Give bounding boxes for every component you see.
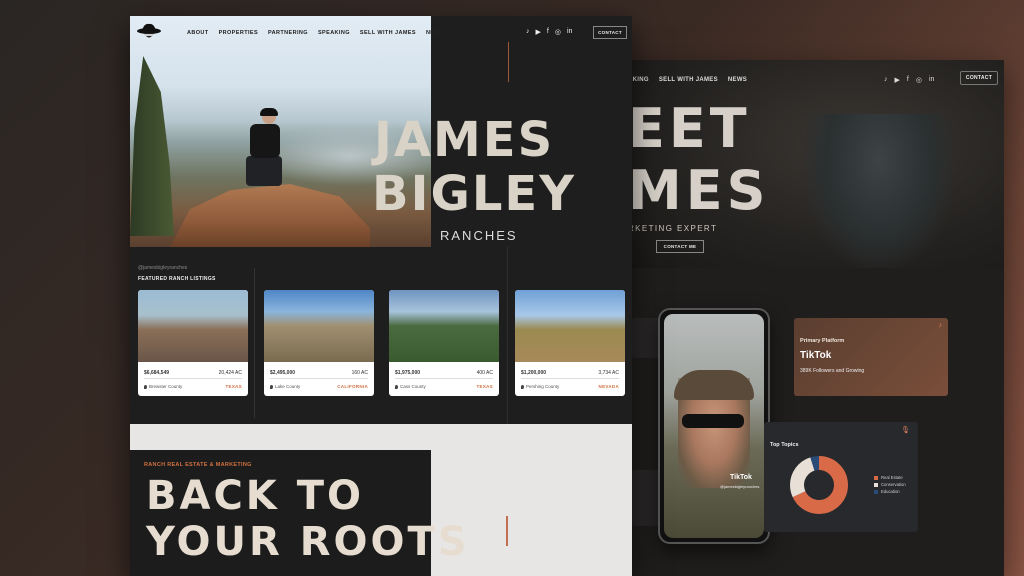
location-pin-icon [395, 384, 398, 389]
listing-acres: 400 AC [476, 370, 493, 376]
listing-card[interactable]: $2,495,000 160 AC Lake County CALIFORNIA [264, 290, 374, 396]
hero-portrait [804, 114, 954, 268]
primary-platform-card: ♪ Primary Platform TikTok 389K Followers… [794, 318, 948, 396]
topics-donut-chart [790, 456, 848, 514]
youtube-icon[interactable]: ▶ [536, 28, 541, 36]
tiktok-icon: ♪ [938, 322, 943, 329]
listing-county: Lake County [275, 384, 301, 389]
section-tag: RANCH REAL ESTATE & MARKETING [144, 462, 252, 468]
cowboy-logo-icon[interactable] [136, 22, 162, 46]
hero-heading-line1: EET [628, 97, 751, 160]
tiktok-video[interactable]: TikTok @jamesbigleyranches [664, 314, 764, 538]
listing-county: Pershing County [526, 384, 560, 389]
listing-price: $6,684,549 [144, 370, 170, 376]
linkedin-icon[interactable]: in [929, 76, 934, 84]
listing-photo[interactable] [264, 290, 374, 362]
legend-item: Conservation [874, 481, 906, 488]
accent-divider [508, 42, 509, 82]
listings-divider [254, 268, 255, 418]
listing-county: Brewster County [149, 384, 183, 389]
pine-tree [130, 56, 174, 236]
location-pin-icon [144, 384, 147, 389]
crouching-man [242, 108, 282, 190]
tiktok-watermark: TikTok [730, 474, 752, 481]
phone-mockup: TikTok @jamesbigleyranches [658, 308, 770, 544]
listing-card[interactable]: $1,200,000 3,734 AC Pershing County NEVADA [515, 290, 625, 396]
back-navbar: AKING SELL WITH JAMES NEWS ♪ ▶ f ◎ in CO… [628, 70, 1004, 90]
youtube-icon[interactable]: ▶ [895, 76, 900, 84]
legend-label: Real Estate [881, 475, 903, 480]
rock-outcrop [170, 184, 370, 247]
legend-label: Education [881, 489, 900, 494]
platform-name: TikTok [800, 350, 832, 361]
nav-link-sell-with-james[interactable]: SELL WITH JAMES [360, 30, 416, 36]
nav-link-speaking[interactable]: SPEAKING [318, 30, 350, 36]
listing-acres: 3,734 AC [598, 370, 619, 376]
hero-subtitle: RKETING EXPERT [628, 224, 718, 233]
nav-link-partnering[interactable]: PARTNERING [268, 30, 308, 36]
brand-heading-line2: BIGLEY [372, 166, 576, 222]
legend-item: Education [874, 488, 906, 495]
accent-bar [506, 516, 508, 546]
microphone-icon: 🎙 [901, 427, 910, 434]
listing-state: NEVADA [598, 384, 619, 389]
listing-county: Cass County [400, 384, 426, 389]
listing-acres: 160 AC [351, 370, 368, 376]
contact-button[interactable]: CONTACT [593, 26, 627, 39]
listing-photo[interactable] [515, 290, 625, 362]
listing-price: $1,200,000 [521, 370, 547, 376]
listing-card[interactable]: $1,975,000 400 AC Cass County TEXAS [389, 290, 499, 396]
card-label: Primary Platform [800, 338, 845, 344]
listings-title: FEATURED RANCH LISTINGS [138, 276, 216, 282]
about-page-window: AKING SELL WITH JAMES NEWS ♪ ▶ f ◎ in CO… [628, 60, 1004, 576]
tiktok-handle: @jamesbigleyranches [720, 484, 760, 489]
topics-legend: Real Estate Conservation Education [874, 474, 906, 495]
listing-price: $2,495,000 [270, 370, 296, 376]
section-heading-line1: BACK TO [146, 473, 365, 519]
followers-count: 389K Followers and Growing [800, 368, 865, 374]
listing-photo[interactable] [389, 290, 499, 362]
facebook-icon[interactable]: f [907, 76, 909, 84]
listing-state: TEXAS [476, 384, 493, 389]
main-navbar: ABOUT PROPERTIES PARTNERING SPEAKING SEL… [130, 22, 632, 46]
listing-card[interactable]: $6,684,549 20,424 AC Brewster County TEXAS [138, 290, 248, 396]
cap [674, 370, 754, 400]
social-handle[interactable]: @jamesbigleyranches [138, 265, 187, 271]
topics-title: Top Topics [770, 442, 799, 448]
nav-link-about[interactable]: ABOUT [187, 30, 209, 36]
tiktok-icon[interactable]: ♪ [526, 28, 530, 36]
tiktok-icon[interactable]: ♪ [884, 76, 888, 84]
contact-button[interactable]: CONTACT [960, 71, 998, 85]
nav-link-news[interactable]: NEWS [728, 77, 747, 83]
section-heading-line2: YOUR ROOTS [146, 519, 470, 565]
listing-state: CALIFORNIA [337, 384, 368, 389]
listing-state: TEXAS [225, 384, 242, 389]
linkedin-icon[interactable]: in [567, 28, 572, 36]
location-pin-icon [270, 384, 273, 389]
listing-acres: 20,424 AC [218, 370, 242, 376]
legend-label: Conservation [881, 482, 906, 487]
instagram-icon[interactable]: ◎ [916, 76, 922, 84]
legend-item: Real Estate [874, 474, 906, 481]
facebook-icon[interactable]: f [547, 28, 549, 36]
sunglasses [682, 414, 744, 428]
nav-link-properties[interactable]: PROPERTIES [219, 30, 258, 36]
listing-price: $1,975,000 [395, 370, 421, 376]
brand-subtitle: RANCHES [440, 228, 518, 243]
home-page-window: ABOUT PROPERTIES PARTNERING SPEAKING SEL… [130, 16, 632, 576]
location-pin-icon [521, 384, 524, 389]
nav-link-news[interactable]: NEWS [426, 30, 444, 36]
hero-heading-line2: MES [628, 159, 770, 222]
brand-heading-line1: JAMES [374, 112, 555, 168]
top-topics-card: 🎙 Top Topics Real Estate Conservation Ed… [764, 422, 918, 532]
instagram-icon[interactable]: ◎ [555, 28, 561, 36]
contact-me-button[interactable]: CONTACT ME [656, 240, 704, 253]
listing-photo[interactable] [138, 290, 248, 362]
nav-link-sell-with-james[interactable]: SELL WITH JAMES [659, 77, 718, 83]
